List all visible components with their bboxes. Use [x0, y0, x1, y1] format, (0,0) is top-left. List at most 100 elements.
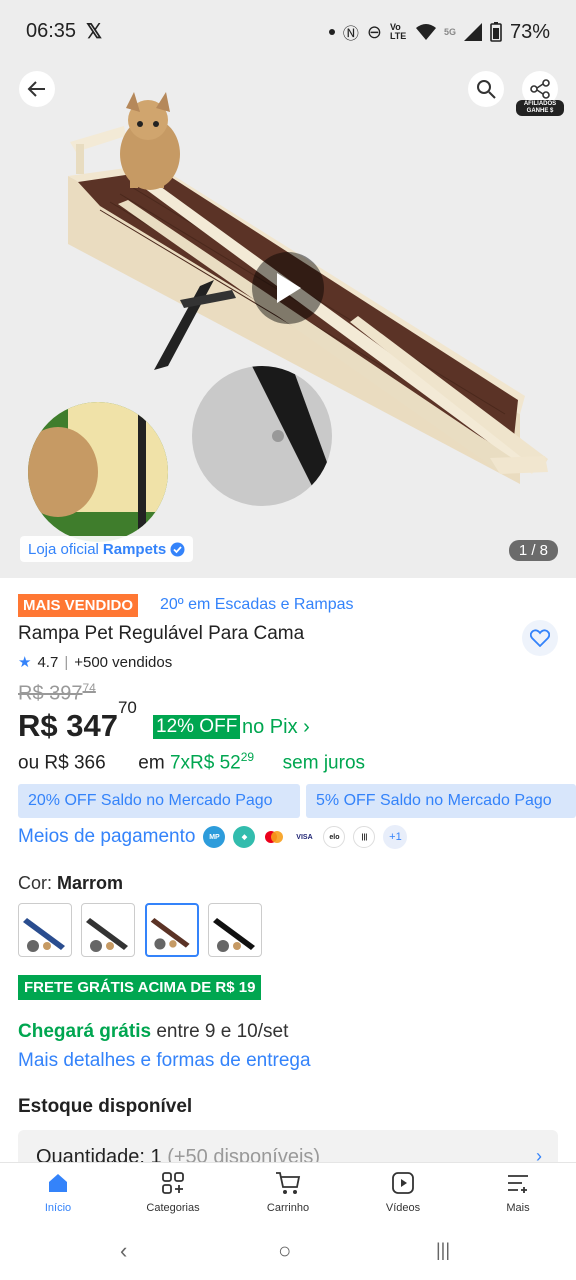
nav-categories[interactable]: Categorias: [128, 1171, 218, 1214]
free-shipping-badge: FRETE GRÁTIS ACIMA DE R$ 19: [18, 975, 262, 1000]
detail-photo-hinge[interactable]: [192, 366, 332, 506]
delivery-details-link[interactable]: Mais detalhes e formas de entrega: [18, 1050, 311, 1072]
old-price-cents: 74: [82, 681, 96, 695]
more-payments-count: +1: [383, 825, 408, 849]
installment-em: em: [138, 752, 165, 774]
verified-icon: [170, 542, 185, 556]
divider: |: [64, 653, 69, 671]
sold-count: +500 vendidos: [74, 653, 173, 671]
product-gallery[interactable]: AFILIADOS GANHE $ Loja oficial Rampets 1…: [0, 64, 576, 578]
nav-cart[interactable]: Carrinho: [243, 1171, 333, 1214]
discount-badge: 12% OFF: [153, 715, 241, 739]
nav-home-label: Início: [44, 1202, 72, 1214]
official-store-link[interactable]: Loja oficial Rampets: [20, 536, 194, 562]
official-store-prefix: Loja oficial: [28, 540, 99, 558]
home-icon: [49, 1174, 67, 1192]
gallery-counter: 1 / 8: [508, 540, 558, 561]
signal-label: 5G: [443, 27, 456, 37]
payment-methods-label: Meios de pagamento: [18, 826, 196, 847]
nav-home[interactable]: Início: [13, 1171, 103, 1214]
bottom-nav: Início Categorias Carrinho Vídeos Mais: [0, 1162, 576, 1224]
installment-value: R$ 52: [190, 752, 241, 774]
play-video-button[interactable]: [252, 252, 324, 324]
notification-dot-icon: [328, 29, 335, 35]
arrow-left-icon: [27, 81, 45, 97]
color-label: Cor: Marrom: [18, 873, 123, 894]
categories-icon: [162, 1172, 184, 1194]
system-home-button[interactable]: ○: [278, 1238, 291, 1264]
lte-label: Vo LTE: [389, 22, 407, 41]
detail-photo-wood[interactable]: [28, 402, 168, 542]
best-seller-badge: MAIS VENDIDO: [18, 594, 139, 617]
nav-cart-label: Carrinho: [266, 1202, 310, 1214]
share-icon: [530, 79, 550, 99]
payment-methods-link[interactable]: Meios de pagamento MP ◆ VISA elo ||| +1: [18, 825, 408, 849]
chevron-right-icon: ›: [303, 716, 310, 738]
search-icon: [477, 80, 496, 99]
old-price-int: R$ 397: [18, 682, 83, 705]
status-time: 06:35: [26, 20, 77, 42]
battery-icon: [490, 22, 502, 42]
dnd-icon: ⊖: [366, 21, 382, 42]
official-store-name: Rampets: [102, 540, 167, 558]
back-button[interactable]: [19, 71, 55, 107]
arrive-free: Chegará grátis: [18, 1021, 152, 1042]
category-rank-link[interactable]: 20º em Escadas e Rampas: [160, 596, 354, 614]
nav-categories-label: Categorias: [146, 1202, 200, 1214]
promo-chip-2[interactable]: 5% OFF Saldo no Mercado Pago: [306, 784, 576, 818]
product-title: Rampa Pet Regulável Para Cama: [18, 623, 305, 644]
elo-icon: elo: [323, 826, 346, 848]
system-back-button[interactable]: ‹: [120, 1238, 127, 1264]
alt-price-prefix: ou: [18, 752, 40, 774]
color-swatch-black[interactable]: [208, 903, 262, 957]
color-prefix: Cor:: [18, 873, 53, 893]
heart-icon: [530, 629, 550, 647]
price-cents: 70: [117, 697, 137, 717]
delivery-estimate: Chegará grátis entre 9 e 10/set: [18, 1021, 288, 1043]
menu-icon: [508, 1175, 528, 1193]
stock-label: Estoque disponível: [18, 1096, 193, 1117]
search-button[interactable]: [468, 71, 504, 107]
signal-icon: [463, 23, 482, 41]
x-app-icon: 𝕏: [86, 21, 103, 43]
alt-price: R$ 366: [44, 752, 106, 774]
rating-row[interactable]: ★ 4.7 | +500 vendidos: [18, 653, 173, 672]
nfc-icon: Ⓝ: [342, 26, 359, 43]
installment-count: 7x: [169, 752, 191, 774]
status-bar: 06:35 𝕏 Ⓝ ⊖ Vo LTE 5G 73%: [0, 0, 576, 64]
old-price: R$ 39774: [18, 681, 96, 706]
status-icons: Ⓝ ⊖ Vo LTE 5G 73%: [328, 20, 550, 44]
favorite-button[interactable]: [522, 620, 558, 656]
nav-videos[interactable]: Vídeos: [358, 1171, 448, 1214]
color-swatch-natural[interactable]: [81, 903, 135, 957]
installments-row: ou R$ 366 em 7xR$ 5229 sem juros: [18, 750, 576, 774]
system-nav-bar: ‹ ○ |||: [0, 1224, 576, 1280]
video-icon: [392, 1172, 414, 1194]
promo-chip-1[interactable]: 20% OFF Saldo no Mercado Pago: [18, 784, 300, 818]
play-icon: [277, 273, 301, 303]
installment-suffix: sem juros: [282, 752, 366, 774]
price-int: R$ 347: [18, 708, 118, 743]
mastercard-icon: [263, 826, 286, 848]
visa-icon: VISA: [293, 826, 316, 848]
battery-percent: 73%: [509, 20, 550, 43]
pix-link[interactable]: no Pix ›: [242, 716, 310, 739]
affiliate-label: AFILIADOS GANHE $: [516, 100, 564, 116]
star-icon: ★: [18, 654, 32, 671]
installment-cents: 29: [240, 750, 255, 764]
system-recents-button[interactable]: |||: [436, 1240, 450, 1261]
nav-videos-label: Vídeos: [385, 1202, 421, 1214]
pix-label: no Pix: [242, 716, 298, 738]
arrive-date: entre 9 e 10/set: [156, 1021, 289, 1042]
color-swatch-blue[interactable]: [18, 903, 72, 957]
boleto-icon: |||: [353, 826, 376, 848]
color-swatch-brown[interactable]: [145, 903, 199, 957]
cart-icon: [276, 1172, 301, 1194]
nav-more-label: Mais: [506, 1202, 530, 1214]
color-value: Marrom: [57, 873, 124, 893]
nav-more[interactable]: Mais: [473, 1171, 563, 1214]
wifi-icon: [415, 24, 436, 40]
mercadopago-icon: MP: [203, 826, 226, 848]
rating-value: 4.7: [37, 653, 59, 671]
pix-icon: ◆: [233, 826, 256, 848]
